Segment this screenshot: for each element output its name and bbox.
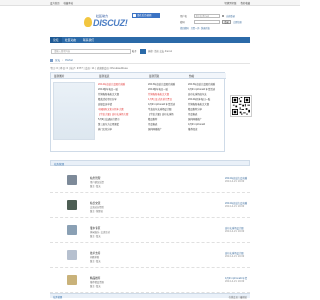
search-input[interactable]: 请输入搜索内容: [51, 48, 131, 54]
hot-posts-list: 2013年总结大会图片直播 4月21 iphone6 年货活动 高尔夫球场高尔夫 20…: [188, 82, 225, 132]
forum-last-time: 2014-4-21 10:00: [225, 280, 245, 283]
forum-section-title: 站务管理: [54, 163, 65, 167]
main-nav: 论坛 社区动态 联系我们: [50, 37, 250, 43]
nav-item-contact[interactable]: 联系我们: [80, 37, 97, 43]
forum-row: 精品推荐 推荐精品资源 版主: 暂无 4月21 iphone6 年货 2014-4-21…: [50, 268, 250, 293]
forum-moderator: 版主: 暂无: [90, 285, 101, 288]
forum-last-time: 2014-4-21 10:00: [225, 255, 245, 258]
forum-moderator: 版主: 暂无: [90, 260, 101, 263]
forum-row: 站务管理 用户建议反馈 版主: 暂无 2014年总结大会直播 2014-4-21 10:…: [50, 168, 250, 193]
hot-item[interactable]: discuz: [165, 50, 172, 53]
hot-searches: 热搜: 活动 交友 discuz: [148, 49, 172, 53]
breadcrumb-item[interactable]: 论坛: [55, 59, 60, 62]
content-panel: 最新图片 最新发表 最新回复 热帖 2014年总结大会图片直播 2014新年每日一…: [50, 72, 226, 152]
forum-row: 站长交流 交流站长经验 版主: 管理员 2014年总结大会直播 2014-4-21 10…: [50, 193, 250, 218]
home-icon[interactable]: [50, 59, 53, 62]
auto-login-label: 自动登录: [226, 15, 235, 19]
tab-latest-images[interactable]: 最新图片: [54, 74, 64, 78]
footer-right-links[interactable]: 在线会员 | 最新贴: [229, 295, 247, 299]
password-input[interactable]: [194, 20, 220, 25]
qr-code: [230, 95, 252, 117]
header: 社区动力 DISCUZ! 请在后台编辑 用户名 用户名/Email 自动登录 密…: [0, 6, 300, 36]
bookmark-link[interactable]: 收藏本站: [64, 1, 74, 5]
login-button[interactable]: 登录: [222, 20, 231, 25]
favorites-link[interactable]: 我的收藏: [240, 1, 250, 5]
forum-avatar[interactable]: [67, 275, 77, 285]
forum-avatar[interactable]: [67, 175, 77, 185]
latest-posts-list: 2014年总结大会图片直播 2014新年每日一贴 竹简梅新春发文大赛 精英活动专区分享…: [98, 82, 146, 132]
breadcrumb-separator: ›: [62, 58, 64, 62]
header-ad-button[interactable]: 请在后台编辑: [132, 13, 160, 18]
forum-moderator: 版主: 暂无: [90, 235, 101, 238]
footer-bar: 站务管理 在线会员 | 最新贴: [50, 293, 250, 299]
narrow-layout-link[interactable]: 切换到窄版: [224, 1, 236, 5]
search-button[interactable]: [140, 48, 146, 54]
password-label: 密码: [180, 21, 185, 25]
logo-wordmark: DISCUZ!: [93, 18, 128, 28]
register-link[interactable]: 立即注册: [233, 20, 242, 24]
set-homepage-link[interactable]: 设为首页: [50, 1, 60, 5]
forum-avatar[interactable]: [67, 225, 77, 235]
search-bar: 请输入搜索内容 帖子 热搜: 活动 交友 discuz: [50, 48, 250, 54]
lightbulb-icon: [84, 17, 92, 27]
login-form: 用户名 用户名/Email 自动登录 密码 登录 立即注册 找回密码 只需一步,…: [180, 14, 252, 36]
tab-latest-posts[interactable]: 最新发表: [99, 74, 109, 78]
list-item[interactable]: 热门文化分享: [98, 127, 146, 132]
forum-last-time: 2014-4-21 10:00: [225, 180, 245, 183]
forum-moderator: 版主: 管理员: [90, 210, 103, 213]
logo[interactable]: 社区动力 DISCUZ!: [57, 14, 128, 36]
forum-avatar[interactable]: [67, 250, 77, 260]
auto-login-checkbox[interactable]: [222, 15, 225, 18]
image-slideshow[interactable]: [53, 82, 95, 140]
search-scope-select[interactable]: 帖子: [132, 49, 139, 54]
forum-section-header[interactable]: 站务管理: [50, 160, 250, 166]
hot-label: 热搜:: [148, 50, 154, 54]
forum-last-time: 2014-4-21 10:00: [225, 205, 245, 208]
list-item[interactable]: 推荐阅读: [188, 127, 225, 132]
qr-code-icon: [232, 97, 250, 115]
tab-hot-posts[interactable]: 热帖: [189, 74, 194, 78]
hot-item[interactable]: 交友: [159, 50, 164, 53]
forum-last-time: 2014-4-21 10:00: [225, 230, 245, 233]
username-label: 用户名: [180, 15, 188, 19]
forum-stats: 今日: 0 | 昨日: 0 | 帖子: 2377 | 会员: 11 | 欢迎新会…: [50, 67, 128, 70]
nav-item-dynamics[interactable]: 社区动态: [62, 37, 79, 43]
nav-item-forum[interactable]: 论坛: [50, 37, 62, 43]
forum-row: 技术支持 问题求助 版主: 暂无 高尔夫球场设计图 2014-4-21 10:00: [50, 243, 250, 268]
breadcrumb: 论坛 › Portal: [50, 58, 250, 64]
forum-row: 灌水专区 休闲娱乐, 交流互动 版主: 暂无 高尔夫球场设计图 2014-4-21 10…: [50, 218, 250, 243]
forum-avatar[interactable]: [67, 200, 77, 210]
tab-latest-replies[interactable]: 最新回复: [149, 74, 159, 78]
forum-moderator: 版主: 暂无: [90, 185, 101, 188]
panel-tabs: 最新图片 最新发表 最新回复 热帖: [51, 73, 226, 79]
username-input[interactable]: 用户名/Email: [194, 14, 220, 19]
forgot-password-link[interactable]: 找回密码: [180, 26, 189, 30]
footer-left-link[interactable]: 站务管理: [53, 295, 62, 299]
breadcrumb-item[interactable]: Portal: [65, 59, 72, 62]
quick-start-link[interactable]: 只需一步, 快速开始: [191, 26, 210, 30]
